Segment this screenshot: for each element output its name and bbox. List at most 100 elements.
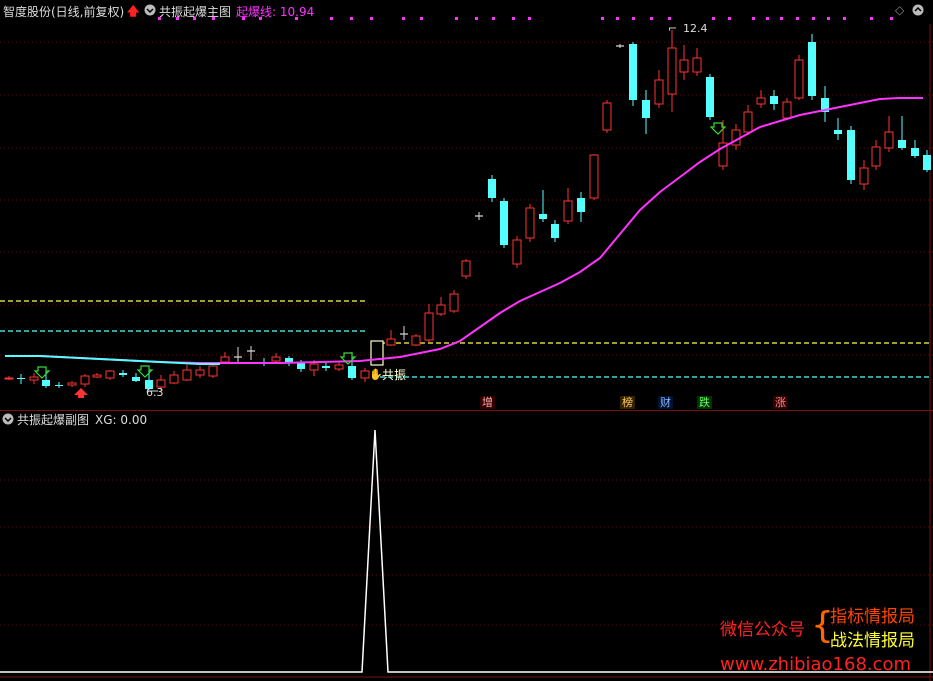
sub-dropdown-icon[interactable] bbox=[2, 413, 14, 428]
candle-up bbox=[334, 364, 344, 370]
event-marker-zeng[interactable]: 增 bbox=[480, 396, 495, 409]
candle-down bbox=[551, 224, 559, 238]
candle-down bbox=[119, 373, 127, 375]
candle-up bbox=[743, 111, 753, 133]
top-marker bbox=[766, 17, 769, 20]
high-price-value: 12.4 bbox=[683, 22, 708, 35]
top-marker bbox=[350, 17, 353, 20]
top-marker bbox=[796, 17, 799, 20]
candle-up bbox=[512, 239, 522, 265]
pane-divider[interactable] bbox=[0, 410, 933, 411]
top-marker bbox=[370, 17, 373, 20]
resonance-label: 共振 bbox=[382, 368, 407, 382]
sub-indicator-title[interactable]: 共振起爆副图 bbox=[17, 413, 89, 427]
candle-down bbox=[42, 380, 50, 386]
candle-up bbox=[667, 47, 677, 95]
top-marker bbox=[295, 17, 298, 20]
candle-up bbox=[386, 338, 396, 346]
candle-up bbox=[525, 207, 535, 239]
candle-up bbox=[859, 167, 869, 185]
top-marker bbox=[259, 17, 262, 20]
candle-up bbox=[654, 79, 664, 105]
ma-line-early bbox=[5, 355, 220, 365]
candle-up bbox=[169, 374, 179, 384]
candle-up bbox=[309, 363, 319, 371]
candle-up bbox=[563, 200, 573, 222]
top-marker bbox=[176, 17, 179, 20]
buy-arrow-icon bbox=[74, 388, 88, 398]
top-marker bbox=[812, 17, 815, 20]
top-marker bbox=[650, 17, 653, 20]
candle-down bbox=[55, 385, 63, 386]
candle-down bbox=[834, 130, 842, 134]
top-marker bbox=[827, 17, 830, 20]
watermark-url[interactable]: www.zhibiao168.com bbox=[720, 655, 911, 675]
candle-up bbox=[756, 97, 766, 105]
candle-up bbox=[271, 356, 281, 362]
candle-up bbox=[67, 382, 77, 386]
candle-down bbox=[500, 201, 508, 245]
top-marker bbox=[780, 17, 783, 20]
candle-up bbox=[589, 154, 599, 199]
top-marker bbox=[728, 17, 731, 20]
event-marker-zhang[interactable]: 涨 bbox=[773, 396, 788, 409]
top-marker bbox=[890, 17, 893, 20]
top-marker bbox=[616, 17, 619, 20]
top-marker bbox=[492, 17, 495, 20]
top-marker bbox=[712, 17, 715, 20]
high-price-label: ⌐ bbox=[668, 22, 678, 35]
watermark-brand-2: 战法情报局 bbox=[830, 631, 915, 651]
top-marker bbox=[752, 17, 755, 20]
top-marker bbox=[528, 17, 531, 20]
event-marker-bang[interactable]: 榜 bbox=[620, 396, 635, 409]
top-marker bbox=[668, 17, 671, 20]
top-marker bbox=[158, 17, 161, 20]
watermark-wechat: 微信公众号 bbox=[720, 620, 805, 640]
candle-up bbox=[182, 369, 192, 381]
sell-arrow-icon bbox=[136, 365, 154, 378]
candle-down bbox=[629, 44, 637, 100]
candle-up bbox=[461, 260, 471, 277]
candle-down bbox=[132, 377, 140, 381]
candle-down bbox=[923, 155, 931, 170]
candle-down bbox=[770, 96, 778, 104]
candle-up bbox=[794, 59, 804, 99]
candle-down bbox=[898, 140, 906, 148]
resonance-candle bbox=[370, 340, 384, 366]
candle-down bbox=[847, 130, 855, 180]
candle-down bbox=[808, 42, 816, 96]
candle-up bbox=[411, 335, 421, 346]
top-marker bbox=[193, 17, 196, 20]
candle-up bbox=[360, 370, 370, 379]
candle-up bbox=[692, 57, 702, 73]
xg-value: XG: 0.00 bbox=[95, 413, 148, 427]
candle-up bbox=[884, 131, 894, 149]
candle-up bbox=[782, 101, 792, 119]
top-marker bbox=[330, 17, 333, 20]
candle-down bbox=[322, 366, 330, 368]
candle-down bbox=[706, 77, 714, 117]
candle-down bbox=[911, 148, 919, 156]
top-marker bbox=[402, 17, 405, 20]
candle-up bbox=[436, 304, 446, 315]
event-marker-cai[interactable]: 财 bbox=[658, 396, 673, 409]
top-marker bbox=[420, 17, 423, 20]
candle-up bbox=[29, 376, 39, 381]
top-marker bbox=[512, 17, 515, 20]
top-marker bbox=[475, 17, 478, 20]
candle-down bbox=[577, 198, 585, 212]
candle-up bbox=[679, 59, 689, 73]
top-marker bbox=[843, 17, 846, 20]
top-marker bbox=[455, 17, 458, 20]
watermark-brand-1: 指标情报局 bbox=[830, 607, 915, 627]
top-marker bbox=[212, 17, 215, 20]
candle-down bbox=[488, 179, 496, 198]
candle-up bbox=[195, 369, 205, 376]
candle-up bbox=[449, 293, 459, 312]
event-marker-die[interactable]: 跌 bbox=[697, 396, 712, 409]
low-price-label: 6.3 bbox=[146, 386, 164, 399]
candle-down bbox=[539, 214, 547, 219]
top-marker bbox=[242, 17, 245, 20]
main-chart[interactable] bbox=[0, 0, 933, 410]
top-marker bbox=[601, 17, 604, 20]
